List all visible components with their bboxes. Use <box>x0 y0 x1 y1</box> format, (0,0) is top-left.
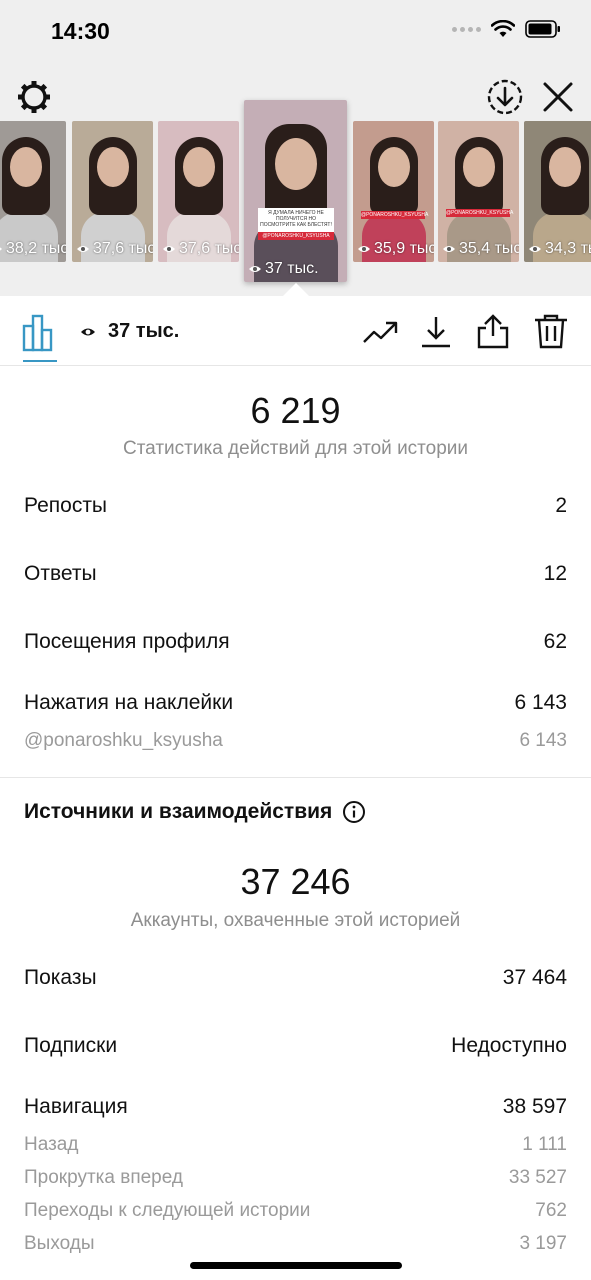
metric-value: 3 197 <box>519 1233 567 1254</box>
metric-row: Ответы 12 <box>24 562 567 586</box>
metric-value: 1 111 <box>522 1134 567 1155</box>
metric-subrow: Выходы 3 197 <box>24 1233 567 1255</box>
story-thumb-3[interactable]: 37,6 тыс. <box>158 121 239 262</box>
share-icon[interactable] <box>475 314 511 350</box>
metric-row: Показы 37 464 <box>24 966 567 990</box>
eye-icon <box>529 246 541 252</box>
story-views: 37,6 тыс. <box>76 240 153 258</box>
metric-label: Выходы <box>24 1233 95 1254</box>
metric-row: Навигация 38 597 <box>24 1095 567 1119</box>
story-thumb-5[interactable]: @PONAROSHKU_KSYUSHA 35,9 тыс. <box>353 121 434 262</box>
download-icon[interactable] <box>418 314 454 350</box>
story-thumb-selected[interactable]: Я ДУМАЛА НИЧЕГО НЕ ПОЛУЧИТСЯ НО ПОСМОТРИ… <box>244 100 347 282</box>
metric-row: Посещения профиля 62 <box>24 630 567 654</box>
bar-chart-icon[interactable] <box>20 310 58 366</box>
metric-label: Показы <box>24 966 97 989</box>
metric-label: Ответы <box>24 562 97 585</box>
metric-subrow[interactable]: @ponaroshku_ksyusha 6 143 <box>24 730 567 752</box>
eye-icon <box>443 246 455 252</box>
info-icon[interactable] <box>342 800 366 824</box>
section-title: Источники и взаимодействия <box>24 800 366 824</box>
metric-label: Прокрутка вперед <box>24 1167 183 1188</box>
metric-value: 38 597 <box>502 1095 567 1118</box>
metric-label: Нажатия на наклейки <box>24 691 234 714</box>
metric-value: 6 143 <box>514 691 567 714</box>
home-indicator <box>190 1262 402 1269</box>
battery-icon <box>525 20 560 38</box>
metric-label: Репосты <box>24 494 108 517</box>
story-mention-tag: @PONAROSHKU_KSYUSHA <box>361 211 429 219</box>
story-thumb-6[interactable]: @PONAROSHKU_KSYUSHA 35,4 тыс. <box>438 121 519 262</box>
metric-subrow: Прокрутка вперед 33 527 <box>24 1167 567 1189</box>
insights-toolbar: 37 тыс. <box>0 296 591 366</box>
metric-row: Нажатия на наклейки 6 143 <box>24 691 567 715</box>
actions-caption: Статистика действий для этой истории <box>122 438 469 459</box>
story-thumb-1[interactable]: 38,2 тыс. <box>0 121 66 262</box>
reach-total: 37 246 <box>240 861 351 902</box>
signal-icon <box>452 26 481 32</box>
metric-label: Посещения профиля <box>24 630 230 653</box>
selected-pointer <box>282 283 310 297</box>
metric-value: Недоступно <box>451 1034 567 1057</box>
active-tab-indicator <box>23 360 57 362</box>
story-views: 34,3 тыс. <box>528 240 591 258</box>
story-views: 38,2 тыс. <box>0 240 66 258</box>
top-area: 14:30 38,2 тыс 37,6 тыс 37,6 тыс Я ДУМАЛ… <box>0 0 591 297</box>
story-mention-tag: @PONAROSHKU_KSYUSHA <box>258 232 334 240</box>
story-views: 37 тыс. <box>248 260 319 278</box>
metric-value: 12 <box>543 562 567 585</box>
metric-subrow: Назад 1 111 <box>24 1134 567 1156</box>
story-thumb-7[interactable]: 34,3 тыс. <box>524 121 591 262</box>
wifi-icon <box>491 20 515 37</box>
eye-icon <box>249 266 261 272</box>
views-count: 37 тыс. <box>80 320 179 343</box>
status-time: 14:30 <box>51 18 110 44</box>
status-icons <box>452 20 561 38</box>
eye-icon <box>163 246 175 252</box>
eye-icon <box>81 328 95 335</box>
eye-icon <box>0 247 2 251</box>
story-views: 37,6 тыс. <box>162 240 239 258</box>
story-views: 35,9 тыс. <box>357 240 434 258</box>
story-thumbnails: 38,2 тыс. 37,6 тыс. 37,6 тыс. Я ДУМАЛА Н… <box>0 100 591 296</box>
metric-label: Подписки <box>24 1034 118 1057</box>
metric-label: @ponaroshku_ksyusha <box>24 730 223 751</box>
reach-caption: Аккаунты, охваченные этой историей <box>130 910 461 931</box>
story-sticker-text: Я ДУМАЛА НИЧЕГО НЕ ПОЛУЧИТСЯ НО ПОСМОТРИ… <box>258 208 334 232</box>
story-views: 35,4 тыс. <box>442 240 519 258</box>
metric-label: Назад <box>24 1134 79 1155</box>
metric-row: Подписки Недоступно <box>24 1034 567 1058</box>
metric-subrow: Переходы к следующей истории 762 <box>24 1200 567 1222</box>
metric-value: 37 464 <box>502 966 567 989</box>
section-divider <box>0 777 591 778</box>
actions-total: 6 219 <box>250 390 341 431</box>
metric-value: 62 <box>543 630 567 653</box>
trending-icon[interactable] <box>362 314 398 350</box>
story-thumb-2[interactable]: 37,6 тыс. <box>72 121 153 262</box>
story-mention-tag: @PONAROSHKU_KSYUSHA <box>446 209 514 217</box>
trash-icon[interactable] <box>533 314 569 350</box>
metric-value: 2 <box>555 494 567 517</box>
eye-icon <box>77 246 89 252</box>
metric-label: Переходы к следующей истории <box>24 1200 311 1221</box>
metric-label: Навигация <box>24 1095 128 1118</box>
metric-value: 762 <box>535 1200 567 1221</box>
metric-row: Репосты 2 <box>24 494 567 518</box>
eye-icon <box>358 246 370 252</box>
metric-value: 33 527 <box>508 1167 567 1188</box>
metric-value: 6 143 <box>519 730 567 751</box>
